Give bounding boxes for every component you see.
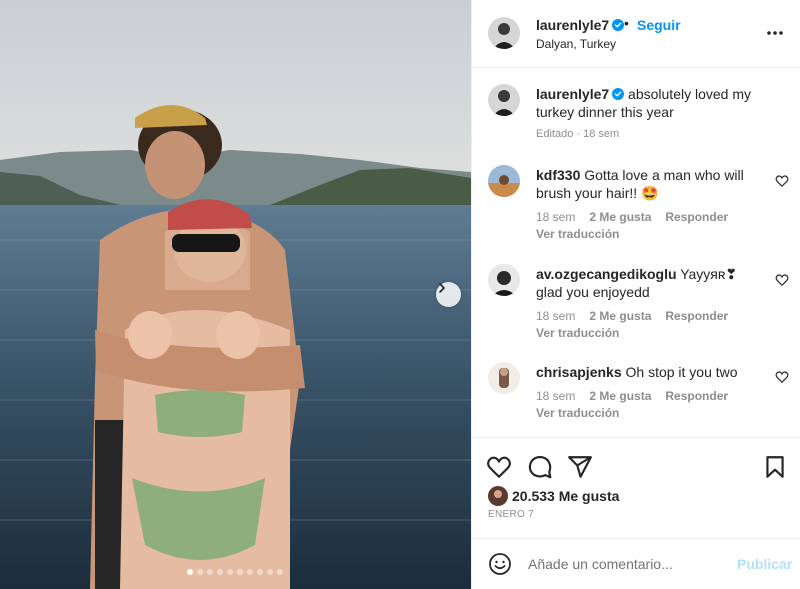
caption-avatar-image bbox=[488, 84, 520, 116]
follow-button[interactable]: Seguir bbox=[637, 17, 681, 33]
comment-username[interactable]: chrisapjenks bbox=[536, 364, 622, 380]
post-header: laurenlyle7 • Seguir Dalyan, Turkey bbox=[472, 0, 800, 68]
post-photo bbox=[0, 0, 471, 589]
commenter-avatar-image bbox=[488, 264, 520, 296]
comment-time[interactable]: 18 sem bbox=[536, 309, 575, 323]
comment-body: chrisapjenks Oh stop it you two bbox=[536, 363, 756, 381]
comment-username[interactable]: av.ozgecangedikoglu bbox=[536, 266, 677, 282]
comment-likes[interactable]: 2 Me gusta bbox=[589, 309, 651, 323]
translate-button[interactable]: Ver traducción bbox=[536, 227, 619, 241]
reply-button[interactable]: Responder bbox=[665, 389, 728, 403]
emoji-button[interactable] bbox=[488, 552, 512, 576]
post-panel: laurenlyle7 • Seguir Dalyan, Turkey laur… bbox=[471, 0, 800, 589]
author-username-text[interactable]: laurenlyle7 bbox=[536, 17, 609, 33]
comments-section: laurenlyle7 absolutely loved my turkey d… bbox=[472, 69, 800, 437]
carousel-next-button[interactable] bbox=[436, 282, 461, 307]
header-separator: • bbox=[624, 15, 629, 31]
likes-summary[interactable]: 20.533 Me gusta bbox=[488, 485, 619, 507]
commenter-avatar[interactable] bbox=[488, 362, 520, 394]
carousel-dot bbox=[257, 569, 263, 575]
caption-username[interactable]: laurenlyle7 bbox=[536, 86, 609, 102]
comment-text: Oh stop it you two bbox=[625, 364, 738, 380]
translate-button[interactable]: Ver traducción bbox=[536, 326, 619, 340]
comment-body: av.ozgecangedikoglu Yayyяʀ❣ glad you enj… bbox=[536, 265, 756, 301]
bookmark-icon bbox=[766, 456, 784, 478]
carousel-dot bbox=[267, 569, 273, 575]
comment-likes[interactable]: 2 Me gusta bbox=[589, 389, 651, 403]
publish-button[interactable]: Publicar bbox=[737, 556, 792, 572]
heart-icon bbox=[775, 274, 789, 286]
likes-count[interactable]: 20.533 Me gusta bbox=[512, 488, 619, 504]
liker-avatar bbox=[488, 486, 508, 506]
carousel-dot bbox=[227, 569, 233, 575]
carousel-indicator bbox=[187, 569, 283, 575]
carousel-dot bbox=[247, 569, 253, 575]
share-icon bbox=[568, 456, 592, 478]
comment-meta: 18 sem 2 Me gusta Responder bbox=[536, 389, 742, 403]
liker-avatar-image bbox=[488, 486, 508, 506]
carousel-dot bbox=[187, 569, 193, 575]
carousel-dot bbox=[197, 569, 203, 575]
more-options-button[interactable] bbox=[760, 24, 790, 42]
reply-button[interactable]: Responder bbox=[665, 210, 728, 224]
carousel-dot bbox=[237, 569, 243, 575]
comment-input[interactable] bbox=[528, 553, 728, 575]
chevron-right-icon bbox=[439, 283, 445, 293]
caption-meta: Editado · 18 sem bbox=[536, 128, 620, 140]
emoji-icon bbox=[489, 553, 511, 575]
author-avatar[interactable] bbox=[488, 17, 520, 49]
comment-icon bbox=[528, 455, 552, 479]
post-media bbox=[0, 0, 471, 589]
comment-button[interactable] bbox=[527, 454, 553, 480]
caption-author-avatar[interactable] bbox=[488, 84, 520, 116]
commenter-avatar-image bbox=[488, 362, 520, 394]
comment-like-button[interactable] bbox=[775, 273, 789, 287]
carousel-dot bbox=[277, 569, 283, 575]
commenter-avatar[interactable] bbox=[488, 165, 520, 197]
like-button[interactable] bbox=[486, 454, 512, 480]
comment-time[interactable]: 18 sem bbox=[536, 389, 575, 403]
more-options-icon bbox=[767, 31, 783, 35]
heart-icon bbox=[775, 175, 789, 187]
comment-time[interactable]: 18 sem bbox=[536, 210, 575, 224]
comment-like-button[interactable] bbox=[775, 174, 789, 188]
commenter-avatar-image bbox=[488, 165, 520, 197]
post-actions: 20.533 Me gusta ENERO 7 bbox=[472, 437, 800, 537]
verified-badge-icon bbox=[612, 19, 625, 31]
carousel-dot bbox=[217, 569, 223, 575]
translate-button[interactable]: Ver traducción bbox=[536, 406, 619, 420]
comment-meta: 18 sem 2 Me gusta Responder bbox=[536, 309, 742, 323]
post-date[interactable]: ENERO 7 bbox=[488, 509, 534, 520]
carousel-dot bbox=[207, 569, 213, 575]
post-location[interactable]: Dalyan, Turkey bbox=[536, 37, 616, 51]
add-comment-bar: Publicar bbox=[472, 538, 800, 589]
comment-username[interactable]: kdf330 bbox=[536, 167, 580, 183]
caption: laurenlyle7 absolutely loved my turkey d… bbox=[536, 85, 781, 121]
comment-like-button[interactable] bbox=[775, 370, 789, 384]
comment-body: kdf330 Gotta love a man who will brush y… bbox=[536, 166, 756, 202]
share-button[interactable] bbox=[567, 454, 593, 480]
commenter-avatar[interactable] bbox=[488, 264, 520, 296]
author-username[interactable]: laurenlyle7 bbox=[536, 17, 625, 33]
author-avatar-image bbox=[488, 17, 520, 49]
reply-button[interactable]: Responder bbox=[665, 309, 728, 323]
verified-badge-icon bbox=[612, 88, 625, 100]
comment-likes[interactable]: 2 Me gusta bbox=[589, 210, 651, 224]
heart-icon bbox=[775, 371, 789, 383]
heart-icon bbox=[487, 456, 511, 478]
save-button[interactable] bbox=[762, 454, 788, 480]
comment-meta: 18 sem 2 Me gusta Responder bbox=[536, 210, 742, 224]
